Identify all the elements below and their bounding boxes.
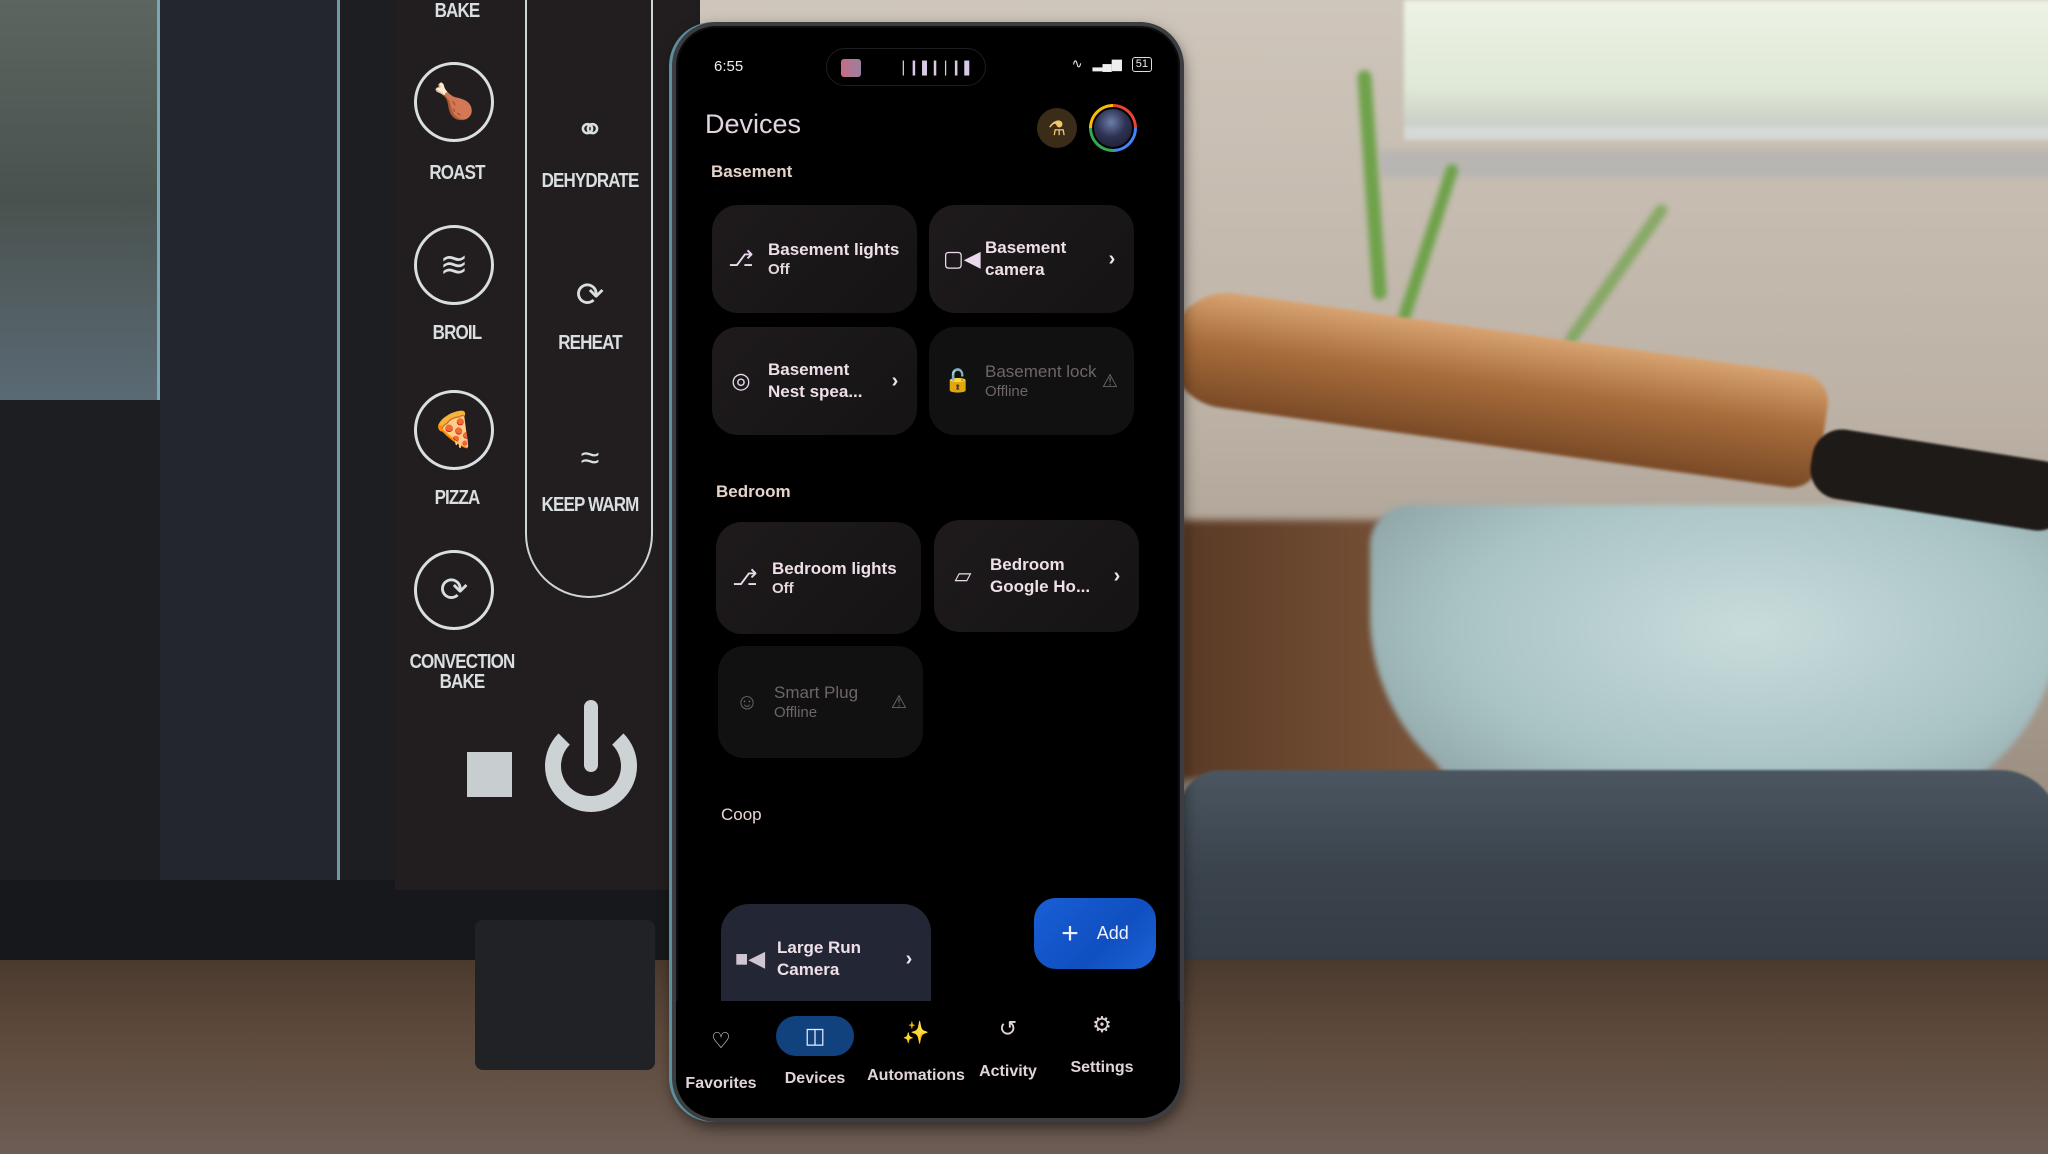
device-name: Bedroom Google Ho... [990, 555, 1091, 596]
oven-label-bake: BAKE [434, 0, 481, 22]
status-icons: ∿ ▂▄▆ 51 [1072, 56, 1152, 72]
device-status: Offline [985, 383, 1029, 401]
oven-label-broil: BROIL [432, 322, 482, 344]
oven-foot [475, 920, 655, 1070]
oven-label-dehydrate: DEHYDRATE [541, 170, 640, 192]
nav-label: Favorites [685, 1075, 757, 1092]
window [1404, 0, 2048, 140]
device-card-bedroom-google-home[interactable]: ▱ Bedroom Google Ho... › [934, 520, 1139, 632]
sparkle-icon: ✨ [902, 1020, 930, 1045]
oven-door-frame [160, 0, 340, 880]
chevron-right-icon: › [891, 369, 899, 392]
wifi-icon: ∿ [1071, 56, 1083, 71]
toaster-oven: BAKE 🍗 ROAST ≋ BROIL 🍕 PIZZA ⟳ CONVECTIO… [0, 0, 700, 1070]
oven-label-roast: ROAST [429, 162, 485, 184]
nav-label: Settings [1070, 1059, 1134, 1076]
device-card-basement-lights[interactable]: ⎇ Basement lights Off [712, 205, 917, 313]
add-button-label: Add [1096, 923, 1129, 943]
dynamic-island[interactable]: ❘❙❚❙❘❙❚ [826, 48, 986, 86]
now-playing-app-icon [841, 59, 861, 77]
device-status: Off [772, 580, 794, 598]
phone: 6:55 ❘❙❚❙❘❙❚ ∿ ▂▄▆ 51 Devices ⚗ Basement… [672, 22, 1184, 1122]
chevron-right-icon: › [905, 947, 913, 970]
device-name: Smart Plug [774, 682, 859, 702]
device-card-basement-nest-speaker[interactable]: ◎ Basement Nest spea... › [712, 327, 917, 435]
plus-icon: + [1061, 916, 1079, 950]
bottom-navigation: ♡ Favorites ◫ Devices ✨ Automations ↺ Ac… [676, 1001, 1180, 1118]
outlet-icon: ☺ [735, 689, 759, 714]
flask-icon: ⚗ [1048, 117, 1066, 140]
device-name: Basement lock [985, 361, 1097, 381]
warning-icon: ⚠ [890, 691, 908, 712]
device-status: Offline [774, 704, 818, 722]
nav-favorites[interactable]: ♡ Favorites [676, 1021, 771, 1093]
page-title: Devices [705, 109, 802, 139]
camera-filled-icon: ■◀ [735, 946, 766, 971]
section-label-coop: Coop [721, 805, 762, 824]
warning-icon: ⚠ [1101, 370, 1119, 391]
account-avatar[interactable] [1089, 104, 1137, 152]
chevron-right-icon: › [1113, 564, 1121, 587]
heart-icon: ♡ [711, 1028, 731, 1053]
nav-label: Activity [979, 1063, 1037, 1080]
oven-label-pizza: PIZZA [434, 487, 481, 509]
gear-icon: ⚙ [1092, 1012, 1112, 1037]
status-time: 6:55 [714, 58, 744, 75]
nav-devices[interactable]: ◫ Devices [765, 1016, 865, 1088]
history-icon: ↺ [998, 1016, 1018, 1041]
convection-bake-icon: ⟳ [414, 550, 494, 630]
device-name: Bedroom lights [772, 558, 897, 578]
avatar-image [1092, 107, 1134, 149]
broil-icon: ≋ [414, 225, 494, 305]
devices-icon: ◫ [804, 1023, 826, 1048]
device-card-basement-camera[interactable]: ▢◀ Basement camera › [929, 205, 1134, 313]
oven-window [0, 0, 160, 400]
section-label-bedroom: Bedroom [716, 482, 791, 501]
device-status: Off [768, 261, 790, 279]
add-device-button[interactable]: + Add [1034, 898, 1156, 969]
device-card-basement-lock[interactable]: 🔓 Basement lock Offline ⚠ [929, 327, 1134, 435]
lock-icon: 🔓 [944, 368, 972, 393]
device-card-bedroom-lights[interactable]: ⎇ Bedroom lights Off [716, 522, 921, 634]
reheat-icon: ⟳ [575, 276, 605, 314]
signal-icon: ▂▄▆ [1092, 56, 1122, 71]
device-name: Basement Nest spea... [768, 360, 863, 401]
audio-waveform-icon: ❘❙❚❙❘❙❚ [897, 59, 973, 76]
status-bar: 6:55 ❘❙❚❙❘❙❚ ∿ ▂▄▆ 51 [676, 26, 1180, 86]
nav-settings[interactable]: ⚙ Settings [1052, 1005, 1152, 1077]
window-sill [1380, 150, 2048, 178]
lamp-icon: ⎇ [732, 565, 758, 590]
oven-label-convection-bake: CONVECTION BAKE [409, 651, 516, 693]
nav-automations[interactable]: ✨ Automations [861, 1013, 971, 1085]
device-name: Basement lights [768, 239, 900, 259]
oven-label-reheat: REHEAT [558, 332, 622, 354]
section-label-basement: Basement [711, 162, 793, 181]
google-home-speaker-icon: ▱ [954, 563, 972, 588]
dehydrate-icon: ⚭ [575, 111, 605, 149]
google-home-screen: 6:55 ❘❙❚❙❘❙❚ ∿ ▂▄▆ 51 Devices ⚗ Basement… [676, 26, 1180, 1118]
device-card-large-run-camera[interactable]: ■◀ Large Run Camera › [721, 904, 931, 1014]
pizza-icon: 🍕 [414, 390, 494, 470]
device-name: Large Run Camera [777, 938, 862, 979]
nav-label: Automations [867, 1067, 965, 1084]
device-name: Basement camera [985, 238, 1067, 279]
camera-icon: ▢◀ [943, 246, 981, 271]
lamp-icon: ⎇ [728, 246, 754, 271]
mixing-bowl [1370, 505, 2048, 815]
nav-label: Devices [784, 1070, 846, 1087]
oven-power-stem [584, 700, 598, 772]
roast-icon: 🍗 [414, 62, 494, 142]
speaker-icon: ◎ [731, 368, 751, 393]
chevron-right-icon: › [1108, 247, 1116, 270]
device-card-smart-plug[interactable]: ☺ Smart Plug Offline ⚠ [718, 646, 923, 758]
oven-stop-button [467, 752, 512, 797]
labs-button[interactable]: ⚗ [1037, 108, 1077, 148]
keep-warm-icon: ≈ [580, 438, 600, 477]
nav-activity[interactable]: ↺ Activity [958, 1009, 1058, 1081]
battery-icon: 51 [1131, 56, 1152, 72]
oven-label-keep-warm: KEEP WARM [541, 494, 640, 516]
